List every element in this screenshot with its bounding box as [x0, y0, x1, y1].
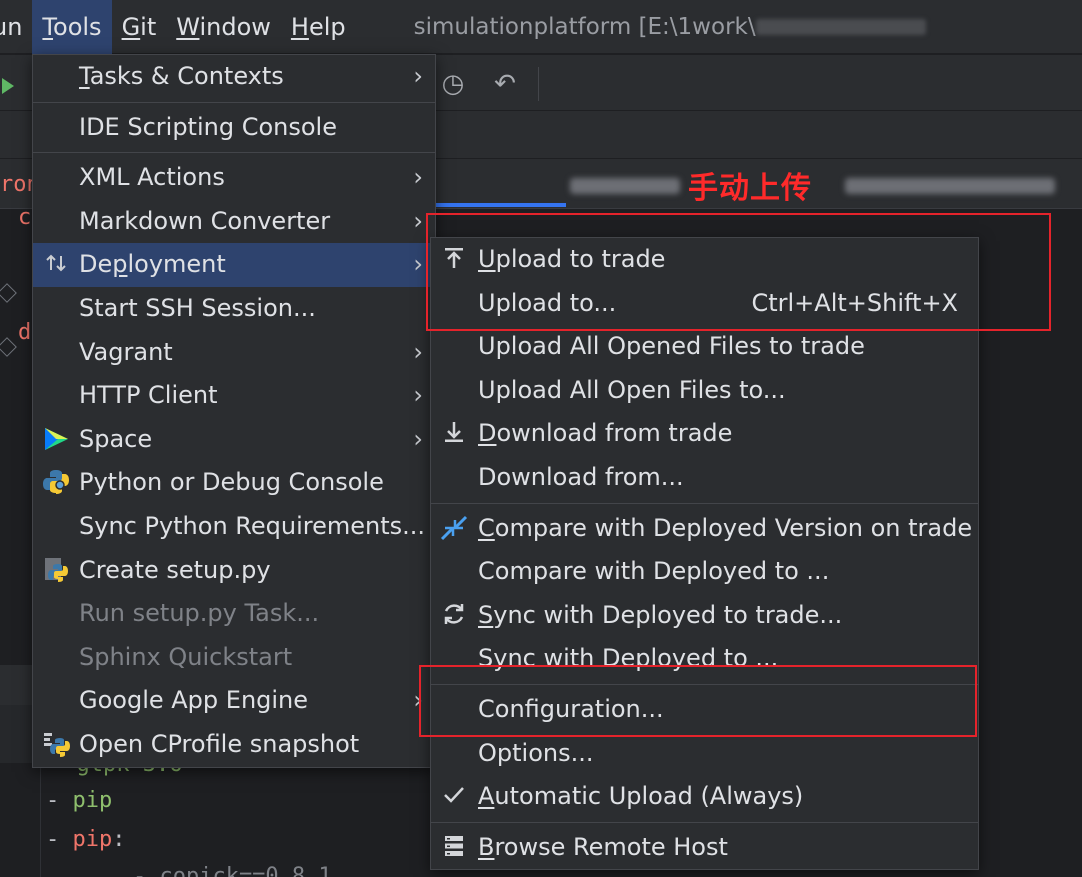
menu-item-label: Create setup.py	[79, 555, 271, 584]
cprofile-icon	[41, 730, 71, 760]
menu-item-label: Browse Remote Host	[478, 832, 728, 861]
deploy-item-options[interactable]: Options...	[431, 732, 978, 776]
tools-item-sphinx-quickstart: Sphinx Quickstart	[33, 636, 435, 680]
chevron-right-icon: ›	[413, 337, 423, 366]
menu-item-label: Open CProfile snapshot	[79, 729, 360, 758]
deploy-item-automatic-upload-always[interactable]: Automatic Upload (Always)	[431, 775, 978, 819]
chevron-right-icon: ›	[413, 381, 423, 410]
menu-item-label: Download from...	[478, 462, 684, 491]
tools-item-markdown-converter[interactable]: Markdown Converter ›	[33, 200, 435, 244]
deploy-item-sync-with-deployed-to-trade[interactable]: Sync with Deployed to trade...	[431, 594, 978, 638]
menu-item-label: Sphinx Quickstart	[79, 642, 293, 671]
editor-fragment: d	[18, 320, 32, 345]
menu-separator	[431, 819, 978, 826]
setup-py-icon	[41, 556, 71, 586]
browse-remote-host-icon	[439, 833, 469, 863]
menu-item-label: Vagrant	[79, 337, 173, 366]
menu-item-label: IDE Scripting Console	[79, 112, 337, 141]
tools-item-start-ssh-session[interactable]: Start SSH Session...	[33, 287, 435, 331]
deploy-item-compare-with-deployed-to[interactable]: Compare with Deployed to ...	[431, 550, 978, 594]
menu-item-label: Run setup.py Task...	[79, 599, 320, 628]
redacted-path	[755, 19, 926, 35]
menu-tools-rest: ools	[53, 12, 102, 41]
tools-item-open-cprofile-snapshot[interactable]: Open CProfile snapshot	[33, 723, 435, 767]
editor-line: - pip	[46, 788, 113, 813]
space-icon	[41, 425, 71, 455]
compare-icon	[439, 514, 469, 544]
deployment-icon	[41, 250, 71, 280]
menu-item-label: Automatic Upload (Always)	[478, 782, 804, 811]
menu-item-label: Tasks & Contexts	[79, 62, 284, 90]
menu-item-label: Options...	[478, 738, 594, 767]
menu-help[interactable]: Help	[281, 0, 356, 54]
run-icon[interactable]	[0, 72, 16, 100]
chevron-right-icon: ›	[413, 424, 423, 453]
tools-menu: Tasks & Contexts › IDE Scripting Console XM…	[32, 54, 436, 768]
tools-item-deployment[interactable]: Deployment ›	[33, 243, 435, 287]
menu-item-label: XML Actions	[79, 163, 225, 192]
deploy-item-upload-all-open-files-to[interactable]: Upload All Open Files to...	[431, 369, 978, 413]
menu-item-label: Python or Debug Console	[79, 468, 384, 497]
menu-item-label: Markdown Converter	[79, 206, 331, 235]
menu-item-label: Compare with Deployed Version on trade	[478, 513, 973, 542]
tools-item-xml-actions[interactable]: XML Actions ›	[33, 156, 435, 200]
sync-icon	[439, 601, 469, 631]
menu-separator	[431, 500, 978, 507]
menu-run[interactable]: un	[0, 0, 32, 54]
menu-item-label: Google App Engine	[79, 686, 309, 715]
menu-item-label: Download from trade	[478, 419, 733, 448]
tools-item-run-setup-py-task: Run setup.py Task...	[33, 592, 435, 636]
deploy-item-browse-remote-host[interactable]: Browse Remote Host	[431, 826, 978, 870]
tools-item-sync-python-requirements[interactable]: Sync Python Requirements...	[33, 505, 435, 549]
download-icon	[439, 419, 469, 449]
editor-line: - copick==0.8.1	[80, 864, 332, 877]
undo-icon[interactable]: ↶	[490, 69, 520, 99]
tools-item-tasks-contexts[interactable]: Tasks & Contexts ›	[33, 55, 435, 99]
menu-item-label: HTTP Client	[79, 381, 218, 410]
annotation-box-configuration	[419, 665, 977, 737]
editor-line: - pip:	[46, 827, 126, 852]
menubar: un Tools Git Window Help simulationplatf…	[0, 0, 1082, 54]
python-icon	[41, 468, 71, 498]
check-icon	[439, 782, 469, 812]
menu-item-label: Space	[79, 424, 153, 453]
menu-separator	[33, 149, 435, 156]
tools-item-http-client[interactable]: HTTP Client ›	[33, 374, 435, 418]
redacted-tab	[845, 178, 1055, 194]
menu-tools[interactable]: Tools	[32, 0, 112, 54]
chevron-right-icon: ›	[413, 206, 423, 235]
tools-item-google-app-engine[interactable]: Google App Engine ›	[33, 679, 435, 723]
history-icon[interactable]: ◷	[438, 69, 468, 99]
menu-item-label: Upload All Open Files to...	[478, 375, 786, 404]
tools-item-python-or-debug-console[interactable]: Python or Debug Console	[33, 461, 435, 505]
deployment-submenu: Upload to trade Upload to... Ctrl+Alt+Shif…	[430, 237, 979, 871]
chevron-right-icon: ›	[413, 250, 423, 279]
deploy-item-upload-all-opened-files-to-trade[interactable]: Upload All Opened Files to trade	[431, 325, 978, 369]
chevron-right-icon: ›	[413, 163, 423, 192]
menu-window[interactable]: Window	[166, 0, 281, 54]
menu-item-label: Compare with Deployed to ...	[478, 557, 830, 586]
annotation-box-upload	[426, 213, 1051, 331]
deploy-item-download-from[interactable]: Download from...	[431, 456, 978, 500]
toolbar-separator	[538, 67, 539, 101]
menu-item-label: Upload All Opened Files to trade	[478, 332, 865, 361]
menu-git[interactable]: Git	[112, 0, 167, 54]
redacted-tab	[570, 178, 680, 194]
menu-item-label: Start SSH Session...	[79, 293, 316, 322]
menu-item-label: Sync with Deployed to trade...	[478, 600, 843, 629]
deploy-item-compare-with-deployed-version-on-trade[interactable]: Compare with Deployed Version on trade	[431, 507, 978, 551]
window-title: simulationplatform [E:\1work\	[414, 14, 1082, 40]
menu-separator	[33, 99, 435, 106]
active-tab-indicator	[436, 203, 566, 207]
chevron-right-icon: ›	[413, 62, 423, 90]
menu-item-label: Deployment	[79, 250, 226, 279]
deploy-item-download-from-trade[interactable]: Download from trade	[431, 412, 978, 456]
menu-item-label: Sync Python Requirements...	[79, 511, 426, 540]
tools-item-space[interactable]: Space ›	[33, 418, 435, 462]
annotation-manual-upload: 手动上传	[688, 171, 812, 206]
tools-item-vagrant[interactable]: Vagrant ›	[33, 331, 435, 375]
tools-item-ide-scripting-console[interactable]: IDE Scripting Console	[33, 106, 435, 150]
editor-fragment: c	[18, 205, 32, 230]
tools-item-create-setup-py[interactable]: Create setup.py	[33, 549, 435, 593]
